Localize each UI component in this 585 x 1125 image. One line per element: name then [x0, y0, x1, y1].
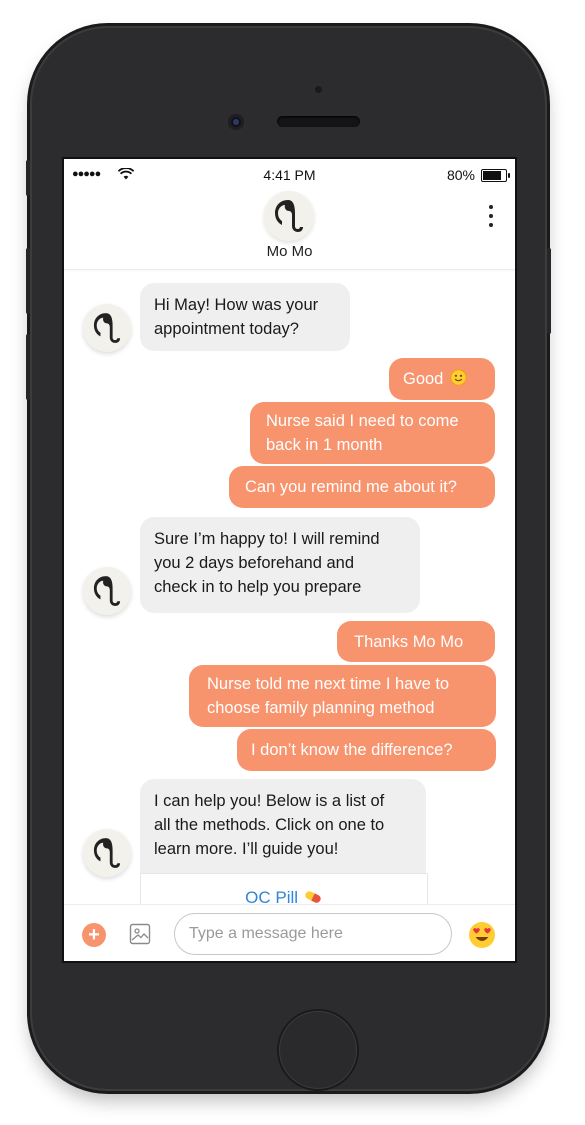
proximity-sensor [315, 86, 322, 93]
bot-avatar [83, 567, 131, 615]
battery-percentage: 80% [446, 167, 475, 183]
message-line: Nurse told me next time I have to [207, 675, 450, 693]
contact-name: Mo Mo [266, 243, 313, 260]
message-line: appointment today? [154, 320, 299, 338]
outgoing-message: Nurse said I need to come back in 1 mont… [250, 402, 495, 464]
message-line: Nurse said I need to come [266, 412, 459, 430]
incoming-message: I can help you! Below is a list of all t… [140, 779, 426, 875]
message-line: learn more. I’ll guide you! [154, 840, 339, 858]
battery-icon [481, 169, 510, 182]
bot-avatar [83, 829, 131, 877]
message-text: Can you remind me about it? [245, 478, 457, 496]
slightly-smiling-face-icon [450, 369, 467, 386]
outgoing-message: Can you remind me about it? [229, 466, 495, 508]
chat-screen: ●●●●● 4:41 PM 80% Mo Mo Hi May! How was … [64, 159, 515, 961]
outgoing-message: I don’t know the difference? [237, 729, 496, 771]
message-input[interactable] [174, 913, 452, 955]
earpiece-speaker [277, 116, 360, 127]
message-composer: + [64, 904, 515, 961]
outgoing-message: Good [389, 358, 495, 400]
message-text: Thanks Mo Mo [354, 633, 464, 651]
message-text: I don’t know the difference? [251, 741, 453, 759]
image-icon[interactable] [128, 922, 152, 946]
incoming-message: Sure I’m happy to! I will remind you 2 d… [140, 517, 420, 613]
bot-avatar [83, 304, 131, 352]
incoming-message: Hi May! How was your appointment today? [140, 283, 350, 351]
message-text: Good [403, 370, 444, 388]
mute-switch [26, 160, 30, 196]
home-button[interactable] [279, 1011, 357, 1089]
message-line: you 2 days beforehand and [154, 554, 354, 572]
message-line: back in 1 month [266, 436, 383, 454]
pill-icon [305, 891, 321, 903]
message-line: I can help you! Below is a list of [154, 792, 385, 810]
chat-header: Mo Mo [64, 189, 515, 270]
message-line: check in to help you prepare [154, 578, 362, 596]
outgoing-message: Nurse told me next time I have to choose… [189, 665, 496, 727]
message-line: choose family planning method [207, 699, 435, 717]
elephant-icon [93, 313, 121, 343]
volume-up-button [26, 248, 30, 314]
message-line: all the methods. Click on one to [154, 816, 385, 834]
plus-icon[interactable]: + [82, 923, 106, 947]
power-button [547, 248, 551, 334]
elephant-icon [93, 576, 121, 606]
front-camera-icon [228, 114, 244, 130]
message-line: Sure I’m happy to! I will remind [154, 530, 380, 548]
status-bar: ●●●●● 4:41 PM 80% [64, 159, 515, 189]
contact-avatar[interactable] [264, 191, 314, 241]
heart-eyes-emoji-icon[interactable] [468, 921, 496, 949]
more-vertical-icon[interactable] [485, 205, 497, 231]
message-line: Hi May! How was your [154, 296, 319, 314]
elephant-icon [275, 200, 303, 232]
elephant-icon [93, 838, 121, 868]
outgoing-message: Thanks Mo Mo [337, 621, 495, 662]
volume-down-button [26, 334, 30, 400]
